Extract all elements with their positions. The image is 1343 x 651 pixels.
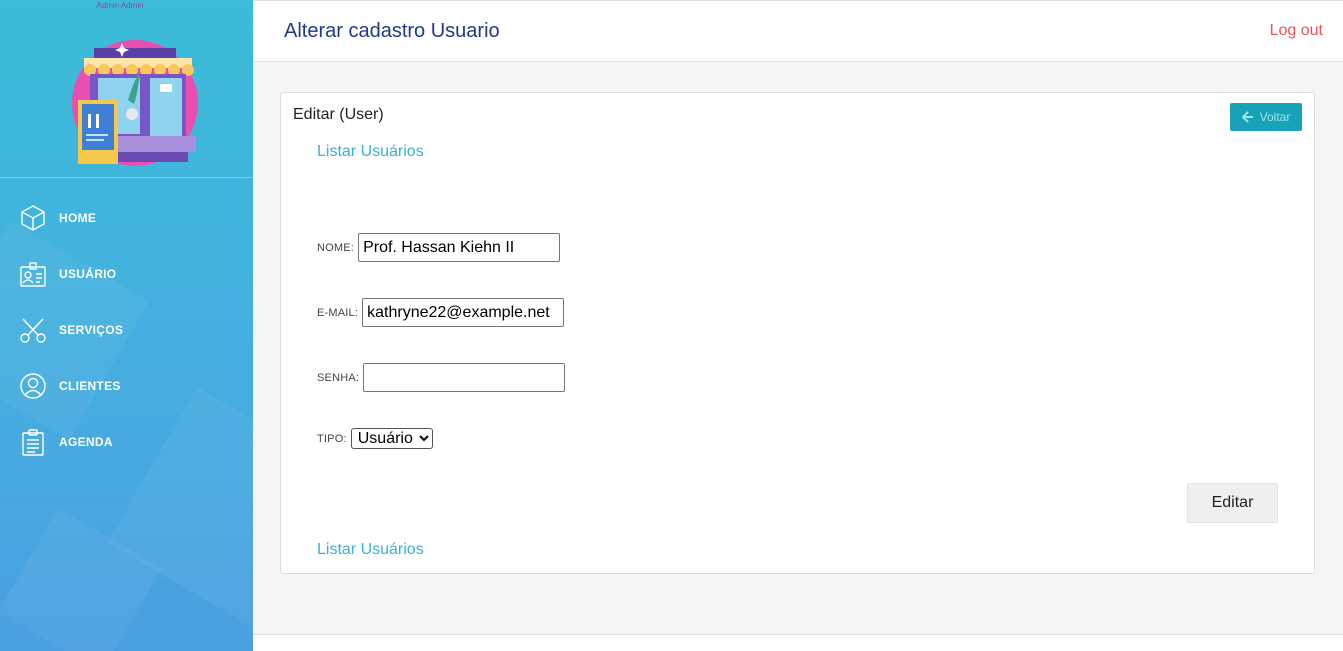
- editar-button[interactable]: Editar: [1187, 483, 1278, 523]
- page-title: Alterar cadastro Usuario: [284, 20, 500, 42]
- scissors-icon: [18, 315, 48, 345]
- sidebar: Admin Admin HOME USUÁRIO SERVIÇOS CLIENT…: [0, 0, 253, 651]
- logout-link[interactable]: Log out: [1270, 22, 1323, 40]
- sidebar-item-agenda[interactable]: AGENDA: [0, 414, 253, 470]
- senha-input[interactable]: [363, 363, 566, 392]
- email-input[interactable]: [362, 298, 565, 327]
- nome-row: NOME:: [317, 233, 561, 262]
- tipo-select[interactable]: Usuário: [350, 428, 433, 449]
- sidebar-item-usuario[interactable]: USUÁRIO: [0, 246, 253, 302]
- senha-label: SENHA:: [317, 371, 360, 384]
- edit-user-card: Editar (User) Voltar Listar Usuários NOM…: [280, 92, 1315, 574]
- top-bar: Alterar cadastro Usuario Log out: [253, 0, 1343, 62]
- list-users-link-top[interactable]: Listar Usuários: [317, 143, 424, 161]
- arrow-left-icon: [1241, 111, 1253, 123]
- list-users-link-bottom[interactable]: Listar Usuários: [317, 541, 424, 559]
- user-name: Admin Admin: [96, 1, 144, 10]
- sidebar-item-clientes[interactable]: CLIENTES: [0, 358, 253, 414]
- sidebar-item-label: SERVIÇOS: [59, 323, 124, 337]
- sidebar-item-home[interactable]: HOME: [0, 190, 253, 246]
- footer-bar: [253, 634, 1343, 651]
- back-button-label: Voltar: [1259, 110, 1291, 124]
- tipo-label: TIPO:: [317, 432, 347, 445]
- tipo-row: TIPO: Usuário: [317, 428, 433, 449]
- id-card-icon: [18, 259, 48, 289]
- nome-label: NOME:: [317, 241, 355, 254]
- email-row: E-MAIL:: [317, 298, 565, 327]
- clipboard-icon: [18, 427, 48, 457]
- user-circle-icon: [18, 371, 48, 401]
- sidebar-nav: HOME USUÁRIO SERVIÇOS CLIENTES AGENDA: [0, 190, 253, 470]
- senha-row: SENHA:: [317, 363, 566, 392]
- back-button[interactable]: Voltar: [1230, 103, 1302, 131]
- sidebar-item-label: AGENDA: [59, 435, 113, 449]
- sidebar-item-label: CLIENTES: [59, 379, 121, 393]
- sidebar-item-label: HOME: [59, 211, 97, 225]
- sidebar-divider: [0, 177, 253, 178]
- card-title: Editar (User): [293, 106, 384, 123]
- cube-icon: [18, 203, 48, 233]
- nome-input[interactable]: [358, 233, 561, 262]
- email-label: E-MAIL:: [317, 306, 359, 319]
- shop-logo-icon: [72, 40, 198, 166]
- sidebar-item-label: USUÁRIO: [59, 267, 117, 281]
- sidebar-item-servicos[interactable]: SERVIÇOS: [0, 302, 253, 358]
